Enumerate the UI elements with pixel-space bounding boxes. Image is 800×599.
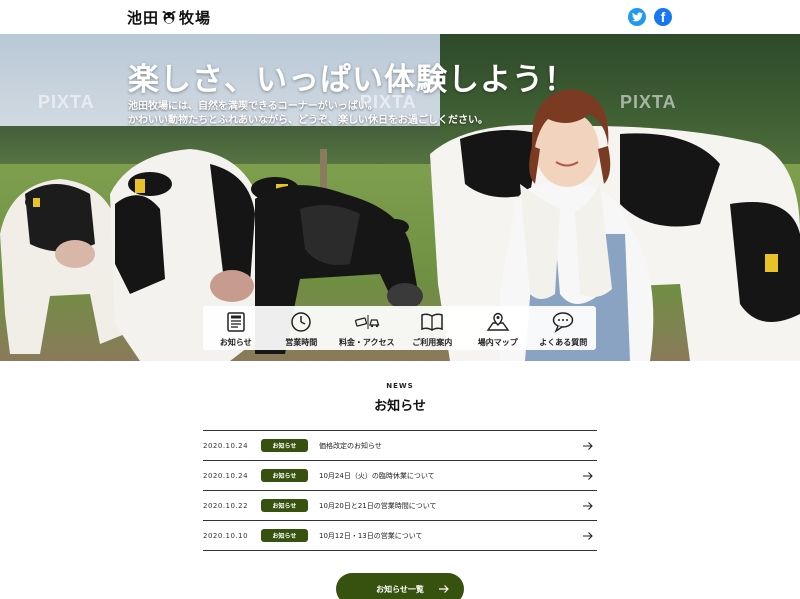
quicknav-label: 営業時間 [285,338,318,347]
arrow-right-icon [439,585,449,593]
quicknav-hours[interactable]: 営業時間 [269,306,335,350]
quicknav-guide[interactable]: ご利用案内 [400,306,466,350]
quicknav-label: 場内マップ [477,338,518,347]
site-logo[interactable]: 池田 牧場 [127,6,211,28]
quicknav-label: ご利用案内 [412,338,453,347]
news-item[interactable]: 2020.10.24 お知らせ 10月24日（火）の臨時休業について [203,461,597,491]
quicknav-faq[interactable]: よくある質問 [531,306,597,350]
arrow-right-icon [583,502,593,510]
arrow-right-icon [583,532,593,540]
news-heading-en: NEWS [386,382,414,390]
news-badge: お知らせ [261,469,308,482]
quicknav-label: よくある質問 [539,338,588,347]
news-list-button[interactable]: お知らせ一覧 [336,573,464,599]
quicknav-label: お知らせ [219,338,252,347]
quicknav-map[interactable]: 場内マップ [465,306,531,350]
hero-title: 楽しさ、いっぱい体験しよう！ [128,62,576,98]
watermark: PIXTA [38,92,95,112]
news-item[interactable]: 2020.10.24 お知らせ 価格改定のお知らせ [203,431,597,461]
watermark: PIXTA [620,92,677,112]
news-heading: お知らせ [374,399,426,414]
logo-text-right: 牧場 [179,8,212,27]
site-header: 池田 牧場 f [0,0,800,34]
news-icon [227,312,245,332]
news-badge: お知らせ [261,439,308,452]
news-title: 10月12日・13日の営業について [319,531,423,540]
news-title: 10月24日（火）の臨時休業について [319,471,435,480]
quicknav-news[interactable]: お知らせ [203,306,269,350]
news-item[interactable]: 2020.10.10 お知らせ 10月12日・13日の営業について [203,521,597,551]
quick-nav: お知らせ 営業時間 料金・アクセス ご利用案内 場内マップ よくある質問 [203,306,596,350]
quicknav-label: 料金・アクセス [338,338,395,347]
arrow-right-icon [583,472,593,480]
quicknav-price-access[interactable]: 料金・アクセス [334,306,400,350]
news-date: 2020.10.10 [203,531,249,540]
news-list: 2020.10.24 お知らせ 価格改定のお知らせ 2020.10.24 お知ら… [203,430,597,551]
news-date: 2020.10.24 [203,441,249,450]
cow-logo-icon [162,11,176,24]
twitter-icon[interactable] [628,8,646,26]
arrow-right-icon [583,442,593,450]
news-title: 価格改定のお知らせ [319,441,382,450]
clock-icon [291,312,311,332]
news-item[interactable]: 2020.10.22 お知らせ 10月20日と21日の営業時間について [203,491,597,521]
facebook-icon[interactable]: f [654,8,672,26]
map-icon [486,312,510,331]
chat-icon [553,312,574,333]
book-icon [421,313,443,331]
news-date: 2020.10.22 [203,501,249,510]
news-badge: お知らせ [261,529,308,542]
hero-subtitle: かわいい動物たちとふれあいながら、どうぞ、楽しい休日をお過ごしください。 [128,115,488,126]
news-date: 2020.10.24 [203,471,249,480]
news-list-button-label: お知らせ一覧 [376,584,424,594]
hero-subtitle: 池田牧場には、自然を満喫できるコーナーがいっぱい。 [128,101,378,112]
news-title: 10月20日と21日の営業時間について [319,501,437,510]
logo-text-left: 池田 [127,8,160,27]
news-badge: お知らせ [261,499,308,512]
money-car-icon [354,315,380,329]
